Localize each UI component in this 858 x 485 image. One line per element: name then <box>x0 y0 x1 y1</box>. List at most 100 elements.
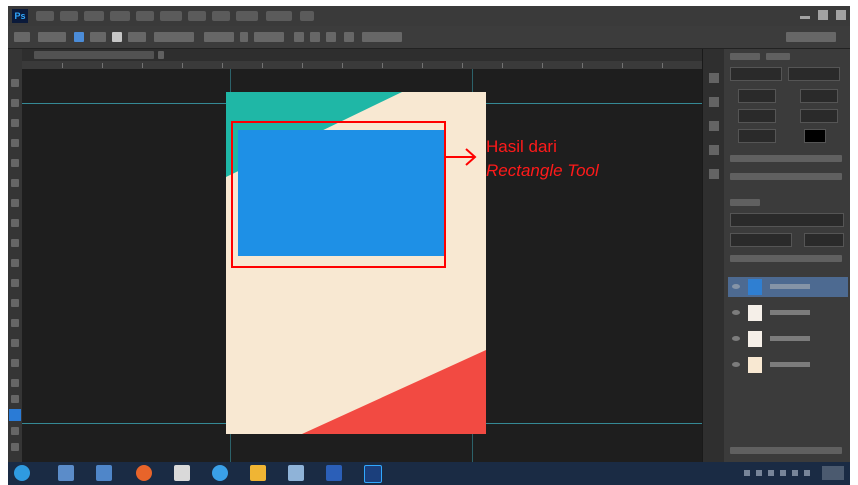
path-select-tool-icon[interactable] <box>11 395 19 403</box>
brush-tool-icon[interactable] <box>11 219 19 227</box>
layer-row[interactable] <box>728 329 848 349</box>
menu-item[interactable] <box>36 11 54 21</box>
swatches-panel-icon[interactable] <box>709 145 719 155</box>
history-brush-tool-icon[interactable] <box>11 259 19 267</box>
photoshop-taskbar-icon[interactable] <box>364 465 382 483</box>
fill-swatch[interactable] <box>74 32 84 42</box>
start-icon[interactable] <box>14 465 30 481</box>
stroke-type[interactable] <box>154 32 194 42</box>
eyedropper-tool-icon[interactable] <box>11 179 19 187</box>
gmail-icon[interactable] <box>174 465 190 481</box>
blend-mode-dropdown[interactable] <box>730 233 792 247</box>
menu-item[interactable] <box>60 11 78 21</box>
properties-field[interactable] <box>788 67 840 81</box>
shape-mode-dropdown[interactable] <box>38 32 66 42</box>
dodge-tool-icon[interactable] <box>11 339 19 347</box>
properties-panel-icon[interactable] <box>709 121 719 131</box>
rectangle-tool-icon[interactable] <box>9 409 21 421</box>
clock[interactable] <box>822 466 844 480</box>
crop-tool-icon[interactable] <box>11 159 19 167</box>
tool-preset-icon[interactable] <box>14 32 30 42</box>
tray-icon[interactable] <box>768 470 774 476</box>
tray-icon[interactable] <box>744 470 750 476</box>
properties-field[interactable] <box>730 67 782 81</box>
menu-item[interactable] <box>266 11 292 21</box>
word-icon[interactable] <box>326 465 342 481</box>
menu-item[interactable] <box>212 11 230 21</box>
stroke-swatch-panel[interactable] <box>804 129 826 143</box>
maximize-icon[interactable] <box>818 10 828 20</box>
tray-icon[interactable] <box>804 470 810 476</box>
move-tool-icon[interactable] <box>11 79 19 87</box>
width-field[interactable] <box>204 32 234 42</box>
eraser-tool-icon[interactable] <box>11 279 19 287</box>
stroke-width[interactable] <box>128 32 146 42</box>
stroke-swatch[interactable] <box>112 32 122 42</box>
x-input[interactable] <box>738 109 776 123</box>
menu-item[interactable] <box>188 11 206 21</box>
gradient-tool-icon[interactable] <box>11 299 19 307</box>
eye-icon[interactable] <box>732 284 740 289</box>
document-tab[interactable] <box>34 51 154 59</box>
menu-item[interactable] <box>136 11 154 21</box>
menu-item[interactable] <box>84 11 104 21</box>
menu-item[interactable] <box>300 11 314 21</box>
workspace-dropdown[interactable] <box>786 32 836 42</box>
width-input[interactable] <box>738 89 776 103</box>
layers-tab[interactable] <box>730 199 760 206</box>
corner-row[interactable] <box>730 173 842 180</box>
panel-tab[interactable] <box>766 53 790 60</box>
opacity-input[interactable] <box>804 233 844 247</box>
lock-row[interactable] <box>730 255 842 262</box>
path-ops-icon[interactable] <box>294 32 304 42</box>
zoom-tool-icon[interactable] <box>11 443 19 451</box>
path-arrange-icon[interactable] <box>326 32 336 42</box>
panel-tab[interactable] <box>730 53 760 60</box>
quick-select-tool-icon[interactable] <box>11 139 19 147</box>
minimize-icon[interactable] <box>800 16 810 19</box>
taskview-icon[interactable] <box>96 465 112 481</box>
tray-icon[interactable] <box>780 470 786 476</box>
stamp-tool-icon[interactable] <box>11 239 19 247</box>
pen-tool-icon[interactable] <box>11 359 19 367</box>
close-tab-icon[interactable] <box>158 51 164 59</box>
folder-icon[interactable] <box>250 465 266 481</box>
history-panel-icon[interactable] <box>709 73 719 83</box>
healing-tool-icon[interactable] <box>11 199 19 207</box>
eye-icon[interactable] <box>732 310 740 315</box>
y-input[interactable] <box>800 109 838 123</box>
gear-icon[interactable] <box>344 32 354 42</box>
height-field[interactable] <box>254 32 284 42</box>
blur-tool-icon[interactable] <box>11 319 19 327</box>
menu-item[interactable] <box>160 11 182 21</box>
menu-item[interactable] <box>236 11 258 21</box>
actions-panel-icon[interactable] <box>709 97 719 107</box>
layer-row[interactable] <box>728 277 848 297</box>
layer-row[interactable] <box>728 355 848 375</box>
fill-input[interactable] <box>738 129 776 143</box>
file-explorer-icon[interactable] <box>58 465 74 481</box>
type-tool-icon[interactable] <box>11 379 19 387</box>
firefox-icon[interactable] <box>136 465 152 481</box>
eye-icon[interactable] <box>732 336 740 341</box>
height-input[interactable] <box>800 89 838 103</box>
layer-row[interactable] <box>728 303 848 323</box>
layers-footer-icons[interactable] <box>730 447 842 454</box>
align-row[interactable] <box>730 155 842 162</box>
app-icon[interactable] <box>288 465 304 481</box>
tray-icon[interactable] <box>756 470 762 476</box>
eye-icon[interactable] <box>732 362 740 367</box>
close-icon[interactable] <box>836 10 846 20</box>
hand-tool-icon[interactable] <box>11 427 19 435</box>
layer-filter[interactable] <box>730 213 844 227</box>
tray-icon[interactable] <box>792 470 798 476</box>
character-panel-icon[interactable] <box>709 169 719 179</box>
lasso-tool-icon[interactable] <box>11 119 19 127</box>
path-align-icon[interactable] <box>310 32 320 42</box>
menu-item[interactable] <box>110 11 130 21</box>
align-edges-checkbox[interactable] <box>362 32 402 42</box>
marquee-tool-icon[interactable] <box>11 99 19 107</box>
link-icon[interactable] <box>240 32 248 42</box>
ruler-tick <box>182 63 183 68</box>
chrome-icon[interactable] <box>212 465 228 481</box>
